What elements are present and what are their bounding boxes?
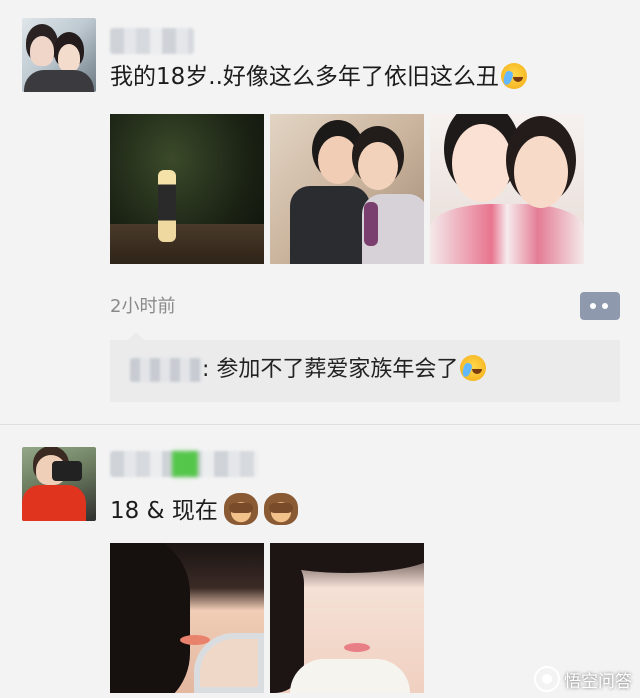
- moment-post: 18 & 现在 悟空问答: [0, 424, 640, 698]
- two-friends-photo[interactable]: [270, 114, 424, 264]
- comment-box: : 参加不了葬爱家族年会了: [110, 332, 620, 402]
- photo-grid: [110, 543, 424, 693]
- comment-button[interactable]: [580, 292, 620, 320]
- face-photo-18[interactable]: [110, 543, 264, 693]
- username-blurred[interactable]: [110, 28, 194, 54]
- avatar[interactable]: [22, 447, 96, 521]
- face-photo-now[interactable]: [270, 543, 424, 693]
- photo-grid: [110, 114, 584, 264]
- post-text-content: 我的18岁..好像这么多年了依旧这么丑: [110, 64, 499, 90]
- username-blurred[interactable]: [110, 451, 258, 477]
- avatar[interactable]: [22, 18, 96, 92]
- crying-laughing-emoji-icon: [500, 63, 527, 89]
- post-text: 我的18岁..好像这么多年了依旧这么丑: [110, 62, 527, 92]
- watermark: 悟空问答: [534, 666, 632, 692]
- comment: : 参加不了葬爱家族年会了: [202, 355, 487, 385]
- see-no-evil-monkey-icon: [263, 493, 298, 525]
- see-no-evil-monkey-icon: [223, 493, 258, 525]
- wukong-logo-icon: [534, 666, 560, 692]
- post-text-content: 18 & 现在: [110, 498, 218, 524]
- crying-laughing-emoji-icon: [460, 355, 487, 381]
- post-time: 2小时前: [110, 296, 176, 317]
- comment-text: : 参加不了葬爱家族年会了: [202, 357, 459, 382]
- moment-post: 我的18岁..好像这么多年了依旧这么丑 2小时前 : 参加不了葬爱家族年会了: [0, 0, 640, 422]
- pink-outfit-selfie[interactable]: [430, 114, 584, 264]
- comment-author-blurred[interactable]: [130, 358, 202, 382]
- watermark-text: 悟空问答: [564, 671, 632, 692]
- post-text: 18 & 现在: [110, 493, 298, 526]
- night-photo[interactable]: [110, 114, 264, 264]
